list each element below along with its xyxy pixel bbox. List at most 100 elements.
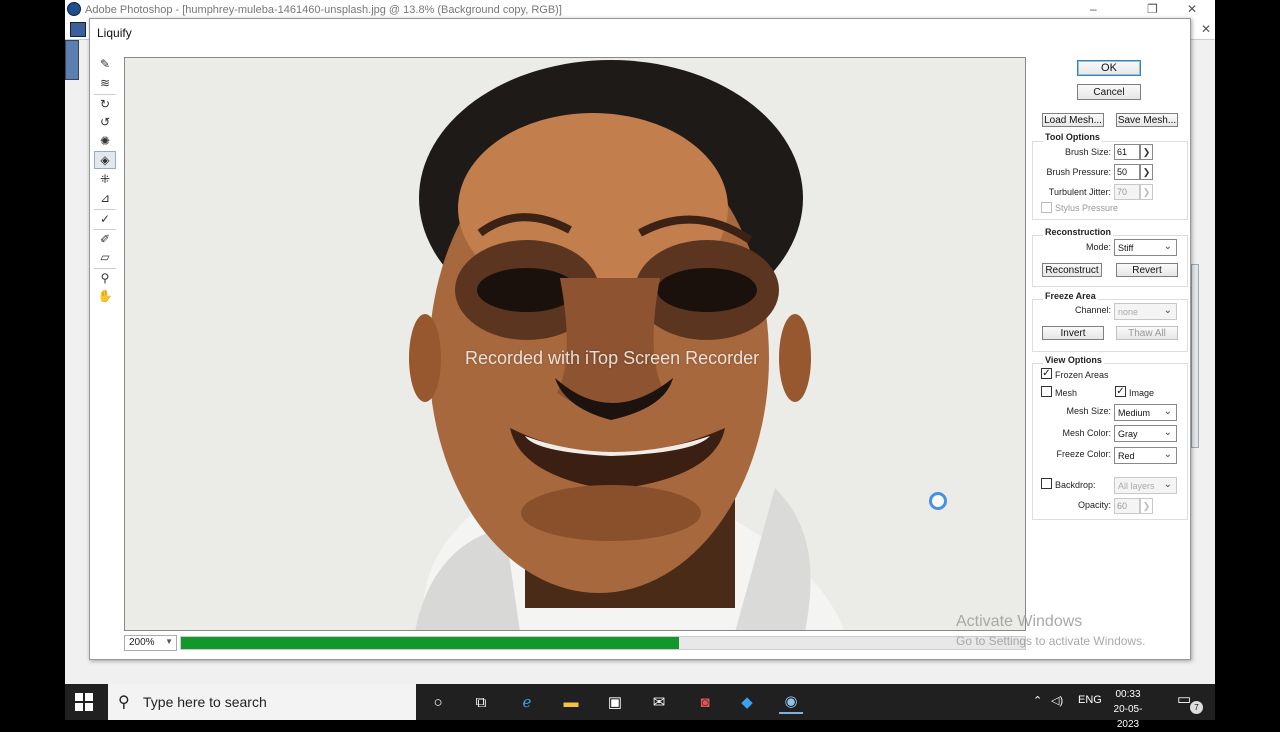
view-options-title: View Options [1043,355,1104,365]
windows-start-icon[interactable] [75,693,93,711]
notification-badge: 7 [1190,701,1203,714]
image-checkbox[interactable]: ✓ [1115,386,1126,397]
notification-icon[interactable]: ▭ 7 [1177,690,1203,714]
pucker-tool-icon[interactable]: ✺ [94,132,116,150]
reflection-tool-icon[interactable]: ⊿ [94,189,116,207]
portrait-image [125,58,1025,630]
brush-pressure-field[interactable]: 50 [1114,164,1140,180]
screen-recorder-icon[interactable]: ◙ [693,690,717,714]
stylus-pressure-label: Stylus Pressure [1055,203,1119,213]
close-icon[interactable]: ✕ [1187,2,1197,16]
photoshop-toolbox-edge [65,40,79,80]
frozen-areas-checkbox[interactable]: ✓ [1041,368,1052,379]
speaker-icon[interactable]: ◁) [1051,694,1063,707]
backdrop-checkbox[interactable] [1041,478,1052,489]
activate-windows-subtitle: Go to Settings to activate Windows. [956,634,1146,648]
system-clock[interactable]: 00:33 20-05-2023 [1105,687,1151,732]
brush-pressure-arrow-icon[interactable]: ❯ [1140,164,1153,180]
hand-tool-icon[interactable]: ✋ [94,287,116,305]
chevron-down-icon: ⌄ [1163,241,1172,252]
photoshop-app-icon [67,2,81,16]
document-close-icon[interactable]: ✕ [1201,22,1211,36]
mouse-cursor-indicator [929,492,947,510]
chevron-up-icon[interactable]: ⌃ [1033,694,1042,707]
frozen-areas-label: Frozen Areas [1055,370,1109,380]
image-label: Image [1129,388,1155,398]
load-mesh-button[interactable]: Load Mesh... [1042,113,1104,127]
document-icon[interactable] [70,22,86,37]
store-icon[interactable]: ▣ [603,690,627,714]
channel-select[interactable]: none ⌄ [1114,303,1177,320]
bloat-tool-icon[interactable]: ◈ [94,151,116,169]
mesh-checkbox[interactable] [1041,386,1052,397]
reconstruct-tool-icon[interactable]: ✓ [94,209,116,227]
opacity-field[interactable]: 60 [1114,498,1140,514]
maximize-icon[interactable]: ❐ [1147,2,1158,16]
thaw-tool-icon[interactable]: ▱ [94,248,116,266]
brush-size-field[interactable]: 61 [1114,144,1140,160]
revert-button[interactable]: Revert [1116,263,1178,277]
twirl-counterclockwise-tool-icon[interactable]: ↺ [94,113,116,131]
mesh-size-select[interactable]: Medium ⌄ [1114,404,1177,421]
chat-app-icon[interactable]: ◆ [735,690,759,714]
shift-pixels-tool-icon[interactable]: ⁜ [94,170,116,188]
freeze-area-title: Freeze Area [1043,291,1098,301]
opacity-arrow-icon[interactable]: ❯ [1140,498,1153,514]
taskbar: ⚲ Type here to search ○ ⧉ ℯ ▬ ▣ ✉ ◙ ◆ ◉ … [65,684,1215,730]
stylus-pressure-checkbox[interactable] [1041,202,1052,213]
zoom-select[interactable]: 200% ▼ [124,635,177,651]
file-explorer-icon[interactable]: ▬ [559,690,583,714]
freeze-color-select[interactable]: Red ⌄ [1114,447,1177,464]
save-mesh-button[interactable]: Save Mesh... [1116,113,1178,127]
clock-date: 20-05-2023 [1113,704,1143,730]
clock-time: 00:33 [1115,689,1141,700]
photoshop-window-title: Adobe Photoshop - [humphrey-muleba-14614… [85,4,562,16]
freeze-color-value: Red [1118,451,1135,461]
mesh-color-select[interactable]: Gray ⌄ [1114,425,1177,442]
photoshop-title-bar: Adobe Photoshop - [humphrey-muleba-14614… [65,0,1215,20]
turbulent-jitter-field[interactable]: 70 [1114,184,1140,200]
twirl-clockwise-tool-icon[interactable]: ↻ [94,94,116,112]
mesh-size-value: Medium [1118,408,1151,418]
mode-select[interactable]: Stiff ⌄ [1114,239,1177,256]
taskbar-search-box[interactable]: ⚲ Type here to search [108,684,416,720]
liquify-canvas[interactable]: Recorded with iTop Screen Recorder [124,57,1026,631]
reconstruct-button[interactable]: Reconstruct [1042,263,1102,277]
language-indicator[interactable]: ENG [1078,694,1102,706]
progress-fill [181,637,679,649]
photoshop-taskbar-icon[interactable]: ◉ [779,690,803,714]
cortana-icon[interactable]: ○ [426,690,450,714]
activate-windows-notice: Activate Windows Go to Settings to activ… [956,613,1145,648]
chevron-down-icon: ⌄ [1163,479,1172,490]
brush-size-arrow-icon[interactable]: ❯ [1140,144,1153,160]
thaw-all-button[interactable]: Thaw All [1116,326,1178,340]
minimize-icon[interactable]: – [1090,2,1097,16]
channel-value: none [1118,307,1139,317]
screen: Adobe Photoshop - [humphrey-muleba-14614… [65,0,1215,720]
mesh-color-label: Mesh Color: [1062,428,1111,438]
photoshop-palette-edge [1191,264,1199,448]
dialog-title: Liquify [97,26,132,40]
backdrop-select[interactable]: All layers ⌄ [1114,477,1177,494]
chevron-down-icon: ⌄ [1163,406,1172,417]
invert-button[interactable]: Invert [1042,326,1104,340]
warp-tool-icon[interactable]: ✎ [94,55,116,73]
turbulent-jitter-arrow-icon[interactable]: ❯ [1140,184,1153,200]
channel-label: Channel: [1074,305,1111,315]
mail-icon[interactable]: ✉ [647,690,671,714]
zoom-tool-icon[interactable]: ⚲ [94,268,116,286]
freeze-tool-icon[interactable]: ✐ [94,229,116,247]
mode-label: Mode: [1085,242,1111,252]
turbulence-tool-icon[interactable]: ≋ [94,74,116,92]
ok-button[interactable]: OK [1077,60,1141,76]
cancel-button[interactable]: Cancel [1077,84,1141,100]
backdrop-label: Backdrop: [1055,480,1096,490]
liquify-toolbar: ✎ ≋ ↻ ↺ ✺ ◈ ⁜ ⊿ ✓ ✐ ▱ ⚲ ✋ [92,55,118,306]
reconstruction-title: Reconstruction [1043,227,1114,237]
edge-browser-icon[interactable]: ℯ [515,690,539,714]
turbulent-jitter-label: Turbulent Jitter: [1048,187,1111,197]
task-view-icon[interactable]: ⧉ [469,690,493,714]
chevron-down-icon: ⌄ [1163,427,1172,438]
opacity-label: Opacity: [1077,500,1111,510]
chevron-down-icon: ▼ [165,637,173,646]
